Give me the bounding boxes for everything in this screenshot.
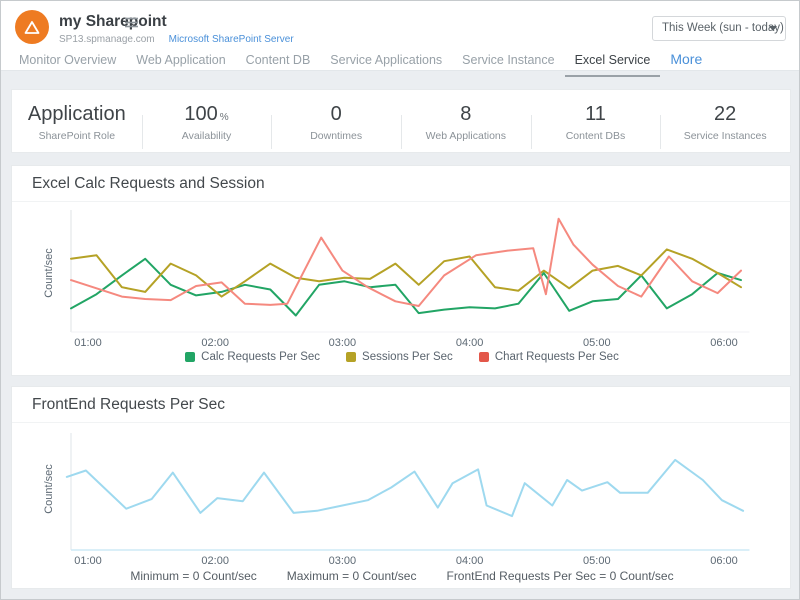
stat-value: 22 <box>660 103 790 126</box>
excel-calc-chart-card: Excel Calc Requests and Session Count/se… <box>11 165 791 376</box>
tab-more[interactable]: More <box>660 47 712 75</box>
tab-monitor-overview[interactable]: Monitor Overview <box>9 49 126 75</box>
chart-footer-stat: FrontEnd Requests Per Sec = 0 Count/sec <box>446 569 673 583</box>
monitor-header: my Sharepoint SP13.spmanage.com Microsoft… <box>1 1 799 71</box>
x-tick-label: 02:00 <box>201 337 229 349</box>
x-tick-label: 01:00 <box>74 555 102 567</box>
summary-stats-card: Application SharePoint Role 100% Availab… <box>11 89 791 153</box>
monitor-status-badge <box>15 10 49 44</box>
chart-title: Excel Calc Requests and Session <box>32 175 265 192</box>
period-selector-dropdown[interactable]: This Week (sun - today) <box>652 16 786 41</box>
legend-label: Sessions Per Sec <box>362 351 453 363</box>
stat-label: Service Instances <box>660 130 790 142</box>
stat-content-dbs: 11 Content DBs <box>531 101 661 142</box>
stat-suffix: % <box>220 112 229 123</box>
frontend-requests-chart: Count/sec 01:00 02:00 03:00 04:00 05:00 06:00 <box>12 423 792 569</box>
stat-value: Application <box>12 103 142 126</box>
x-tick-label: 06:00 <box>710 337 738 349</box>
stat-label: Downtimes <box>271 130 401 142</box>
x-tick-label: 03:00 <box>329 337 357 349</box>
series-line-calc-requests-per-sec <box>71 259 741 316</box>
monitor-tabs: Monitor Overview Web Application Content… <box>9 47 712 77</box>
tab-excel-service[interactable]: Excel Service <box>565 49 661 77</box>
stat-web-applications: 8 Web Applications <box>401 101 531 142</box>
stat-downtimes: 0 Downtimes <box>271 101 401 142</box>
stat-value: 0 <box>271 103 401 126</box>
stat-value: 11 <box>531 103 661 126</box>
frontend-requests-chart-card: FrontEnd Requests Per Sec Count/sec 01:00… <box>11 386 791 589</box>
monitor-subtitle: SP13.spmanage.com Microsoft SharePoint Se… <box>59 34 294 45</box>
chart-title-row: Excel Calc Requests and Session <box>12 166 790 202</box>
monitor-title: my Sharepoint <box>59 13 167 31</box>
legend-label: Calc Requests Per Sec <box>201 351 320 363</box>
stat-value: 100% <box>142 103 272 126</box>
stat-sharepoint-role: Application SharePoint Role <box>12 101 142 142</box>
stat-label: Web Applications <box>401 130 531 142</box>
series-line-frontend-requests-per-sec <box>67 460 743 516</box>
x-tick-label: 05:00 <box>583 555 611 567</box>
tab-content-db[interactable]: Content DB <box>236 49 321 75</box>
legend-label: Chart Requests Per Sec <box>495 351 619 363</box>
period-selector-value: This Week (sun - today) <box>662 22 784 34</box>
stat-service-instances: 22 Service Instances <box>660 101 790 142</box>
y-axis-label: Count/sec <box>43 464 55 514</box>
series-line-sessions-per-sec <box>71 249 741 296</box>
stat-availability: 100% Availability <box>142 101 272 142</box>
chart-title-row: FrontEnd Requests Per Sec <box>12 387 790 423</box>
chart-title: FrontEnd Requests Per Sec <box>32 396 225 413</box>
chart-footer-stat: Maximum = 0 Count/sec <box>287 569 417 583</box>
x-tick-label: 03:00 <box>329 555 357 567</box>
legend-swatch <box>185 352 195 362</box>
product-type-link[interactable]: Microsoft SharePoint Server <box>169 34 294 45</box>
x-tick-label: 04:00 <box>456 337 484 349</box>
chart-footer-stat: Minimum = 0 Count/sec <box>130 569 256 583</box>
y-axis-label: Count/sec <box>43 248 55 298</box>
stat-value: 8 <box>401 103 531 126</box>
tab-service-applications[interactable]: Service Applications <box>320 49 452 75</box>
chart-legend: Calc Requests Per Sec Sessions Per Sec Cha… <box>12 351 792 363</box>
monitor-host: SP13.spmanage.com <box>59 34 155 45</box>
stat-label: Availability <box>142 130 272 142</box>
x-tick-label: 01:00 <box>74 337 102 349</box>
tab-web-application[interactable]: Web Application <box>126 49 235 75</box>
legend-swatch <box>479 352 489 362</box>
chart-footer-stats: Minimum = 0 Count/sec Maximum = 0 Count/s… <box>12 569 792 583</box>
warning-triangle-icon <box>24 20 40 35</box>
series-line-chart-requests-per-sec <box>71 219 741 306</box>
tab-service-instance[interactable]: Service Instance <box>452 49 564 75</box>
stat-label: SharePoint Role <box>12 130 142 142</box>
x-tick-label: 02:00 <box>201 555 229 567</box>
legend-item[interactable]: Calc Requests Per Sec <box>185 351 320 363</box>
legend-item[interactable]: Sessions Per Sec <box>346 351 453 363</box>
hamburger-menu-icon[interactable] <box>125 17 138 28</box>
dashboard-page: my Sharepoint SP13.spmanage.com Microsoft… <box>0 0 800 600</box>
caret-down-icon <box>769 26 777 31</box>
excel-calc-chart: Count/sec 01:00 02:00 03:00 04:00 05:00 06:00 <box>12 202 792 352</box>
legend-swatch <box>346 352 356 362</box>
stat-label: Content DBs <box>531 130 661 142</box>
x-tick-label: 05:00 <box>583 337 611 349</box>
x-tick-label: 04:00 <box>456 555 484 567</box>
legend-item[interactable]: Chart Requests Per Sec <box>479 351 619 363</box>
x-tick-label: 06:00 <box>710 555 738 567</box>
